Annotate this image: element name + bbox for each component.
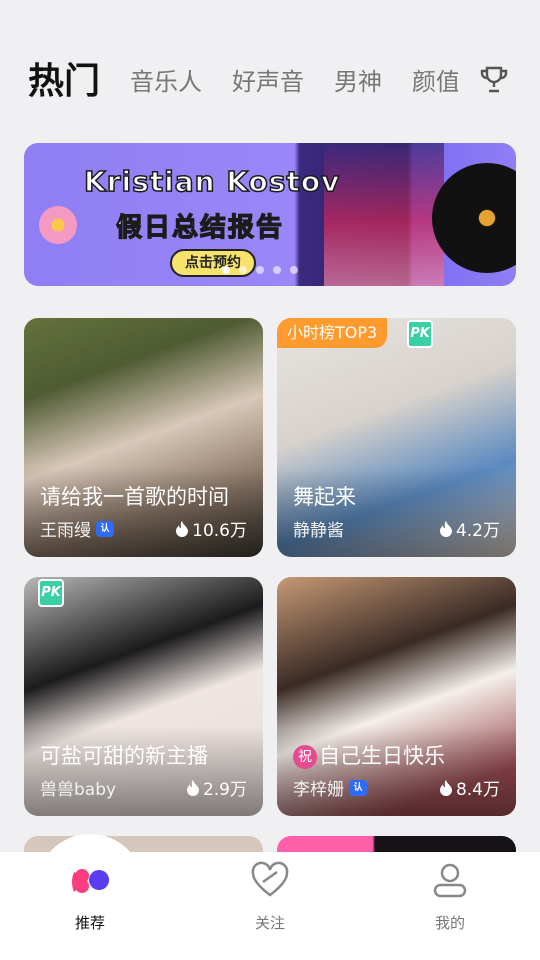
flame-icon	[176, 520, 189, 537]
nav-recommend[interactable]: 推荐	[40, 852, 140, 960]
view-count: 4.2万	[439, 516, 500, 541]
hourly-rank-badge: 小时榜TOP3	[277, 318, 388, 348]
wish-badge-icon: 祝	[293, 745, 317, 769]
tab-male-god[interactable]: 男神	[334, 52, 382, 112]
tab-musician[interactable]: 音乐人	[130, 52, 202, 112]
promo-banner[interactable]: Kristian Kostov 假日总结报告 点击预约	[24, 143, 516, 286]
pagination-dot[interactable]	[222, 266, 230, 274]
tab-looks[interactable]: 颜值	[412, 52, 458, 112]
view-count-text: 10.6万	[192, 521, 247, 541]
room-title: 舞起来	[293, 485, 356, 509]
host-name: 兽兽baby	[40, 775, 116, 800]
recommend-icon	[72, 869, 109, 893]
pagination-dot[interactable]	[273, 266, 281, 274]
banner-subtitle: 假日总结报告	[115, 212, 285, 243]
room-title: 请给我一首歌的时间	[40, 485, 229, 509]
profile-icon	[433, 863, 467, 898]
vinyl-record-icon	[432, 163, 516, 273]
host-name-text: 兽兽baby	[40, 780, 117, 800]
flame-icon	[186, 779, 199, 796]
host-name: 李梓姗 认	[293, 775, 367, 800]
room-title: 祝自己生日快乐	[293, 740, 445, 770]
host-name: 静静酱	[293, 516, 344, 541]
view-count-text: 8.4万	[455, 780, 500, 800]
tab-hot[interactable]: 热门	[28, 52, 100, 112]
pagination-dot[interactable]	[256, 266, 264, 274]
live-room-card[interactable]: 请给我一首歌的时间 王雨缦 认 10.6万	[24, 318, 263, 557]
nav-label: 关注	[254, 914, 285, 932]
flame-icon	[439, 520, 452, 537]
pagination-dot[interactable]	[290, 266, 298, 274]
view-count-text: 2.9万	[202, 780, 247, 800]
view-count: 10.6万	[175, 516, 247, 541]
room-title: 可盐可甜的新主播	[40, 744, 208, 768]
pk-badge-icon: PK	[38, 579, 64, 607]
host-name-text: 王雨缦	[40, 521, 91, 541]
banner-pagination	[222, 266, 298, 274]
follow-heart-icon	[251, 861, 289, 897]
host-name-text: 静静酱	[293, 521, 344, 541]
live-room-card[interactable]: 祝自己生日快乐 李梓姗 认 8.4万	[277, 577, 516, 816]
nav-profile[interactable]: 我的	[400, 852, 500, 960]
category-tabs: 热门 音乐人 好声音 男神 颜值	[0, 52, 540, 112]
view-count-text: 4.2万	[455, 521, 500, 541]
view-count: 2.9万	[186, 775, 247, 800]
host-name: 王雨缦 认	[40, 516, 114, 541]
tab-good-voice[interactable]: 好声音	[232, 52, 304, 112]
view-count: 8.4万	[439, 775, 500, 800]
pk-badge-icon: PK	[407, 320, 433, 348]
room-title-text: 自己生日快乐	[319, 744, 445, 768]
banner-artist-photo	[324, 143, 444, 286]
nav-label: 推荐	[74, 914, 105, 932]
banner-title: Kristian Kostov	[83, 164, 341, 199]
nav-label: 我的	[434, 914, 465, 932]
host-name-text: 李梓姗	[293, 780, 344, 800]
live-room-card[interactable]: 小时榜TOP3 PK 舞起来 静静酱 4.2万	[277, 318, 516, 557]
nav-follow[interactable]: 关注	[220, 852, 320, 960]
verified-badge-icon: 认	[96, 520, 114, 537]
verified-badge-icon: 认	[349, 779, 367, 796]
pagination-dot[interactable]	[239, 266, 247, 274]
bottom-nav: 推荐 关注 我的	[0, 852, 540, 960]
trophy-icon[interactable]	[478, 64, 510, 96]
flame-icon	[439, 779, 452, 796]
flower-icon	[36, 203, 80, 247]
live-room-card[interactable]: PK 可盐可甜的新主播 兽兽baby 2.9万	[24, 577, 263, 816]
